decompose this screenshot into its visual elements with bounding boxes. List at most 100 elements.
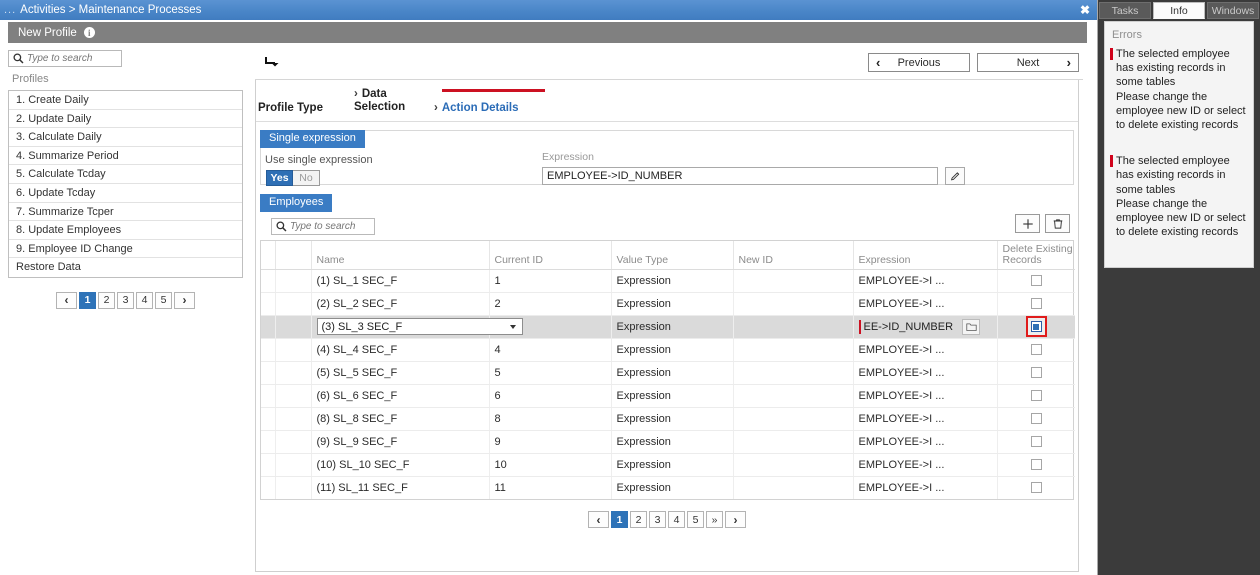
column-header-delete-existing-records[interactable]: Delete Existing Records <box>997 241 1075 270</box>
sidebar-item-restore-data[interactable]: Restore Data <box>9 258 242 277</box>
row-selector-cell[interactable] <box>261 384 276 408</box>
cell-value-type[interactable]: Expression <box>611 292 734 316</box>
employees-page-5[interactable]: 5 <box>687 511 704 528</box>
checkbox-delete-existing[interactable] <box>1030 413 1042 425</box>
cell-expression[interactable]: EE->ID_NUMBER <box>853 315 998 339</box>
sidebar-search-box[interactable] <box>8 50 122 67</box>
checkbox-delete-existing[interactable] <box>1030 436 1042 448</box>
sidebar-page-2[interactable]: 2 <box>98 291 115 309</box>
row-selector-cell[interactable] <box>261 430 276 454</box>
cell-expression[interactable]: EMPLOYEE->I ... <box>853 361 998 385</box>
employees-page-4[interactable]: 4 <box>668 511 685 528</box>
cell-value-type[interactable]: Expression <box>611 430 734 454</box>
toggle-no-option[interactable]: No <box>293 170 320 186</box>
enter-arrow-icon[interactable] <box>263 54 281 72</box>
checkbox-delete-existing[interactable] <box>1030 275 1042 287</box>
tab-info[interactable]: Info <box>1153 2 1205 19</box>
toggle-yes-option[interactable]: Yes <box>266 170 293 186</box>
cell-value-type[interactable]: Expression <box>611 338 734 362</box>
window-menu-dots[interactable]: ... <box>4 4 16 16</box>
cell-name[interactable]: (5) SL_5 SEC_F <box>311 361 490 385</box>
cell-new-id[interactable] <box>733 292 854 316</box>
cell-new-id[interactable] <box>733 338 854 362</box>
employees-page-more[interactable]: » <box>706 511 723 528</box>
cell-value-type[interactable]: Expression <box>611 476 734 499</box>
cell-delete-existing[interactable] <box>997 407 1075 431</box>
row-selector-cell[interactable] <box>261 338 276 362</box>
expression-editor[interactable]: EE->ID_NUMBER <box>858 316 997 338</box>
use-single-expression-toggle[interactable]: Yes No <box>266 170 320 186</box>
cell-value-type[interactable]: Expression <box>611 315 734 339</box>
cell-value-type[interactable]: Expression <box>611 269 734 293</box>
cell-delete-existing[interactable] <box>997 269 1075 293</box>
sidebar-item-update-daily[interactable]: 2. Update Daily <box>9 110 242 129</box>
cell-delete-existing[interactable] <box>997 315 1075 339</box>
checkbox-delete-existing[interactable] <box>1030 298 1042 310</box>
sidebar-item-create-daily[interactable]: 1. Create Daily <box>9 91 242 110</box>
previous-button[interactable]: ‹ Previous <box>868 53 970 72</box>
cell-new-id[interactable] <box>733 476 854 499</box>
cell-expression[interactable]: EMPLOYEE->I ... <box>853 338 998 362</box>
info-icon[interactable]: i <box>83 27 95 38</box>
row-selector-cell[interactable] <box>261 476 276 499</box>
cell-expression[interactable]: EMPLOYEE->I ... <box>853 407 998 431</box>
tab-tasks[interactable]: Tasks <box>1099 2 1151 19</box>
cell-expression[interactable]: EMPLOYEE->I ... <box>853 384 998 408</box>
cell-new-id[interactable] <box>733 430 854 454</box>
sidebar-page-4[interactable]: 4 <box>136 291 153 309</box>
cell-name[interactable]: (11) SL_11 SEC_F <box>311 476 490 499</box>
cell-name[interactable]: (9) SL_9 SEC_F <box>311 430 490 454</box>
table-row[interactable]: (10) SL_10 SEC_F 10 Expression EMPLOYEE-… <box>261 453 1075 477</box>
cell-name[interactable]: (8) SL_8 SEC_F <box>311 407 490 431</box>
cell-name[interactable]: (1) SL_1 SEC_F <box>311 269 490 293</box>
table-row[interactable]: (1) SL_1 SEC_F 1 Expression EMPLOYEE->I … <box>261 269 1075 293</box>
column-header-new-id[interactable]: New ID <box>733 241 854 270</box>
sidebar-item-summarize-tcper[interactable]: 7. Summarize Tcper <box>9 203 242 222</box>
cell-new-id[interactable] <box>733 315 854 339</box>
sidebar-page-3[interactable]: 3 <box>117 291 134 309</box>
table-row[interactable]: (11) SL_11 SEC_F 11 Expression EMPLOYEE-… <box>261 476 1075 499</box>
employees-search-box[interactable] <box>271 218 375 235</box>
sidebar-page-1[interactable]: 1 <box>79 291 96 309</box>
close-icon[interactable]: ✖ <box>1077 2 1093 18</box>
cell-name[interactable]: (6) SL_6 SEC_F <box>311 384 490 408</box>
row-selector-cell[interactable] <box>261 269 276 293</box>
expression-input[interactable]: EMPLOYEE->ID_NUMBER <box>542 167 938 185</box>
sidebar-page-prev[interactable]: ‹ <box>56 291 77 309</box>
cell-new-id[interactable] <box>733 407 854 431</box>
cell-expression[interactable]: EMPLOYEE->I ... <box>853 476 998 499</box>
cell-delete-existing[interactable] <box>997 430 1075 454</box>
cell-expression[interactable]: EMPLOYEE->I ... <box>853 430 998 454</box>
employees-search-input[interactable] <box>288 221 374 232</box>
cell-delete-existing[interactable] <box>997 361 1075 385</box>
sidebar-page-next[interactable]: › <box>174 291 195 309</box>
sidebar-item-summarize-period[interactable]: 4. Summarize Period <box>9 147 242 166</box>
table-row[interactable]: (4) SL_4 SEC_F 4 Expression EMPLOYEE->I … <box>261 338 1075 362</box>
sidebar-item-employee-id-change[interactable]: 9. Employee ID Change <box>9 240 242 259</box>
cell-value-type[interactable]: Expression <box>611 453 734 477</box>
employees-page-1[interactable]: 1 <box>611 511 628 528</box>
cell-new-id[interactable] <box>733 269 854 293</box>
table-row[interactable]: (9) SL_9 SEC_F 9 Expression EMPLOYEE->I … <box>261 430 1075 454</box>
cell-expression[interactable]: EMPLOYEE->I ... <box>853 292 998 316</box>
column-header-expression[interactable]: Expression <box>853 241 998 270</box>
cell-expression[interactable]: EMPLOYEE->I ... <box>853 453 998 477</box>
cell-name[interactable]: (4) SL_4 SEC_F <box>311 338 490 362</box>
sidebar-item-update-tcday[interactable]: 6. Update Tcday <box>9 184 242 203</box>
checkbox-delete-existing[interactable] <box>1030 367 1042 379</box>
column-header-name[interactable]: Name <box>311 241 490 270</box>
employees-page-next[interactable]: › <box>725 511 746 528</box>
cell-delete-existing[interactable] <box>997 338 1075 362</box>
cell-name[interactable]: (10) SL_10 SEC_F <box>311 453 490 477</box>
sidebar-item-calculate-tcday[interactable]: 5. Calculate Tcday <box>9 165 242 184</box>
cell-name[interactable]: (2) SL_2 SEC_F <box>311 292 490 316</box>
cell-delete-existing[interactable] <box>997 292 1075 316</box>
wizard-step-data-selection[interactable]: › Data Selection <box>354 88 405 114</box>
sidebar-item-update-employees[interactable]: 8. Update Employees <box>9 221 242 240</box>
cell-expression[interactable]: EMPLOYEE->I ... <box>853 269 998 293</box>
cell-value-type[interactable]: Expression <box>611 407 734 431</box>
cell-value-type[interactable]: Expression <box>611 361 734 385</box>
sidebar-page-5[interactable]: 5 <box>155 291 172 309</box>
employees-page-prev[interactable]: ‹ <box>588 511 609 528</box>
cell-new-id[interactable] <box>733 361 854 385</box>
